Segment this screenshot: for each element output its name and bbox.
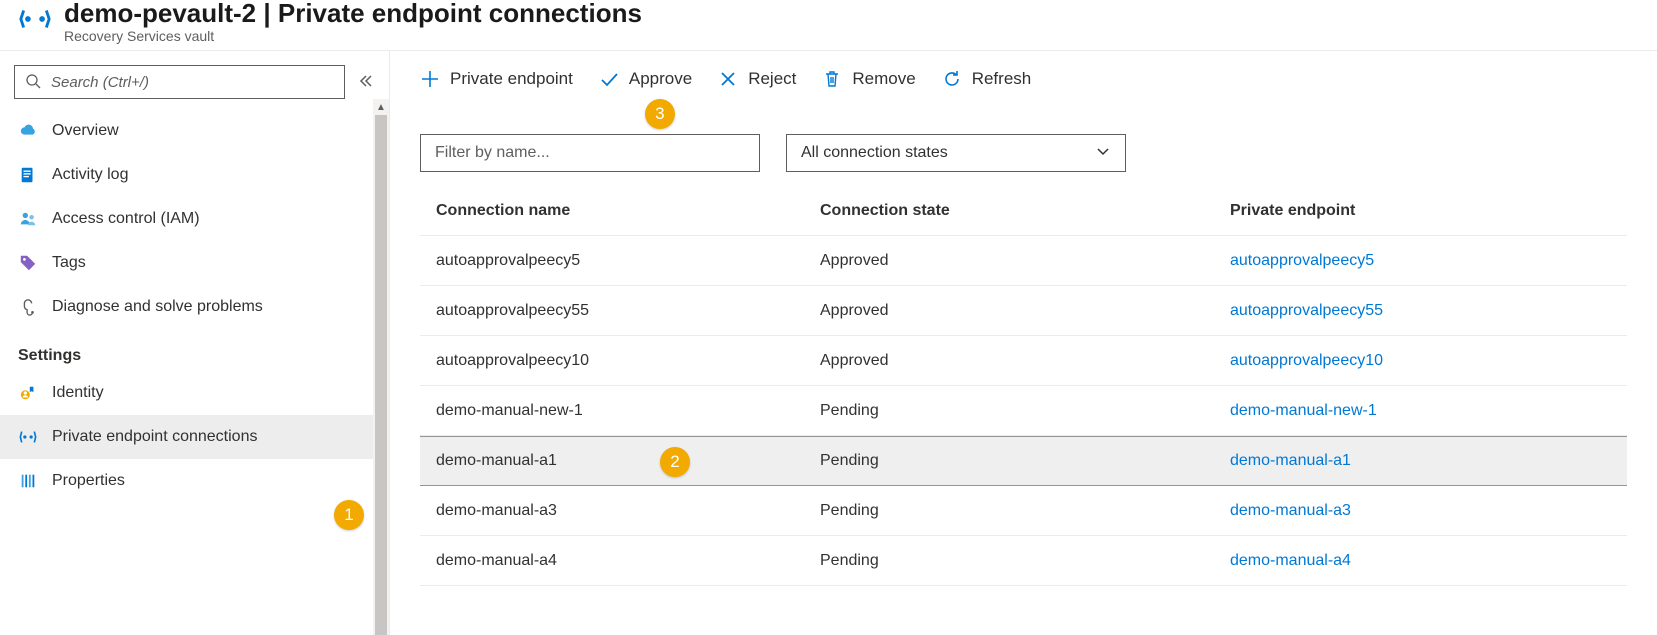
page-title: demo-pevault-2 | Private endpoint connec… [64,0,642,26]
diagnose-icon [18,297,38,317]
sidebar-item-tags[interactable]: Tags [0,241,389,285]
cell-connection-state: Approved [820,352,1230,370]
private-endpoint-link[interactable]: demo-manual-a1 [1230,452,1351,469]
sidebar-item-activity-log[interactable]: Activity log [0,153,389,197]
chevron-down-icon [1095,143,1111,164]
private-endpoint-link[interactable]: demo-manual-a3 [1230,502,1351,519]
cell-connection-state: Approved [820,252,1230,270]
toolbar-label: Refresh [972,69,1032,89]
cell-connection-name: autoapprovalpeecy5 [420,252,820,270]
page-header: demo-pevault-2 | Private endpoint connec… [0,0,1657,50]
sidebar-item-identity[interactable]: Identity [0,371,389,415]
iam-icon [18,209,38,229]
refresh-button[interactable]: Refresh [942,69,1032,89]
table-row[interactable]: demo-manual-new-1 Pending demo-manual-ne… [420,386,1627,436]
sidebar-item-diagnose-and-solve-problems[interactable]: Diagnose and solve problems [0,285,389,329]
filter-state-dropdown[interactable]: All connection states [786,134,1126,172]
table-row[interactable]: autoapprovalpeecy10 Approved autoapprova… [420,336,1627,386]
sidebar-item-label: Activity log [52,166,128,184]
cell-connection-state: Pending [820,552,1230,570]
check-icon [599,69,619,89]
cell-connection-state: Pending [820,402,1230,420]
plus-icon [420,69,440,89]
trash-icon [822,69,842,89]
toolbar: Private endpoint Approve 3 Reject Remove… [390,51,1657,108]
col-header-name[interactable]: Connection name [420,202,820,220]
content: Private endpoint Approve 3 Reject Remove… [390,51,1657,635]
private-endpoint-link[interactable]: autoapprovalpeecy10 [1230,352,1383,369]
remove-button[interactable]: Remove [822,69,915,89]
props-icon [18,471,38,491]
table-row[interactable]: autoapprovalpeecy5 Approved autoapproval… [420,236,1627,286]
annotation-badge-1: 1 [334,500,364,530]
cloud-icon [18,121,38,141]
sidebar-section-settings: Settings [0,329,389,371]
collapse-sidebar-button[interactable] [355,74,377,91]
private-endpoint-link[interactable]: autoapprovalpeecy55 [1230,302,1383,319]
refresh-icon [942,69,962,89]
table-row[interactable]: autoapprovalpeecy55 Approved autoapprova… [420,286,1627,336]
cell-connection-name: demo-manual-new-1 [420,402,820,420]
page-subtitle: Recovery Services vault [64,28,642,44]
sidebar-item-label: Tags [52,254,86,272]
toolbar-label: Approve [629,69,692,89]
sidebar-item-label: Private endpoint connections [52,428,257,446]
x-icon [718,69,738,89]
cell-connection-name: autoapprovalpeecy10 [420,352,820,370]
sidebar-search-input[interactable] [51,74,334,91]
cell-connection-state: Pending [820,452,1230,470]
cell-connection-state: Pending [820,502,1230,520]
sidebar-scrollbar[interactable]: ▲ [373,99,389,635]
toolbar-label: Remove [852,69,915,89]
cell-connection-state: Approved [820,302,1230,320]
sidebar-item-label: Overview [52,122,119,140]
sidebar-item-access-control-iam-[interactable]: Access control (IAM) [0,197,389,241]
toolbar-label: Private endpoint [450,69,573,89]
sidebar-item-properties[interactable]: Properties [0,459,389,503]
identity-icon [18,383,38,403]
cell-connection-name: autoapprovalpeecy55 [420,302,820,320]
log-icon [18,165,38,185]
connections-table: Connection name Connection state Private… [420,186,1627,586]
private-endpoint-link[interactable]: demo-manual-a4 [1230,552,1351,569]
cell-connection-name: demo-manual-a3 [420,502,820,520]
sidebar-item-label: Access control (IAM) [52,210,200,228]
sidebar-item-overview[interactable]: Overview [0,109,389,153]
table-header: Connection name Connection state Private… [420,186,1627,236]
annotation-badge-2: 2 [660,447,690,477]
table-row[interactable]: demo-manual-a12 Pending demo-manual-a1 [420,436,1627,486]
toolbar-label: Reject [748,69,796,89]
private-endpoint-link[interactable]: demo-manual-new-1 [1230,402,1377,419]
pe-icon [18,427,38,447]
reject-button[interactable]: Reject [718,69,796,89]
sidebar-item-label: Identity [52,384,104,402]
table-row[interactable]: demo-manual-a3 Pending demo-manual-a3 [420,486,1627,536]
add-private-endpoint-button[interactable]: Private endpoint [420,69,573,89]
col-header-pe[interactable]: Private endpoint [1230,202,1627,220]
cell-connection-name: demo-manual-a12 [420,452,820,470]
private-endpoint-icon [18,2,52,36]
table-row[interactable]: demo-manual-a4 Pending demo-manual-a4 [420,536,1627,586]
sidebar-search[interactable] [14,65,345,99]
filter-name-input[interactable] [420,134,760,172]
dropdown-value: All connection states [801,144,948,162]
private-endpoint-link[interactable]: autoapprovalpeecy5 [1230,252,1374,269]
annotation-badge-3: 3 [645,99,675,129]
cell-connection-name: demo-manual-a4 [420,552,820,570]
search-icon [25,73,41,92]
sidebar-item-private-endpoint-connections[interactable]: Private endpoint connections [0,415,389,459]
tag-icon [18,253,38,273]
approve-button[interactable]: Approve 3 [599,69,692,89]
sidebar-item-label: Diagnose and solve problems [52,298,263,316]
sidebar: Overview Activity log Access control (IA… [0,51,390,635]
col-header-state[interactable]: Connection state [820,202,1230,220]
sidebar-item-label: Properties [52,472,125,490]
